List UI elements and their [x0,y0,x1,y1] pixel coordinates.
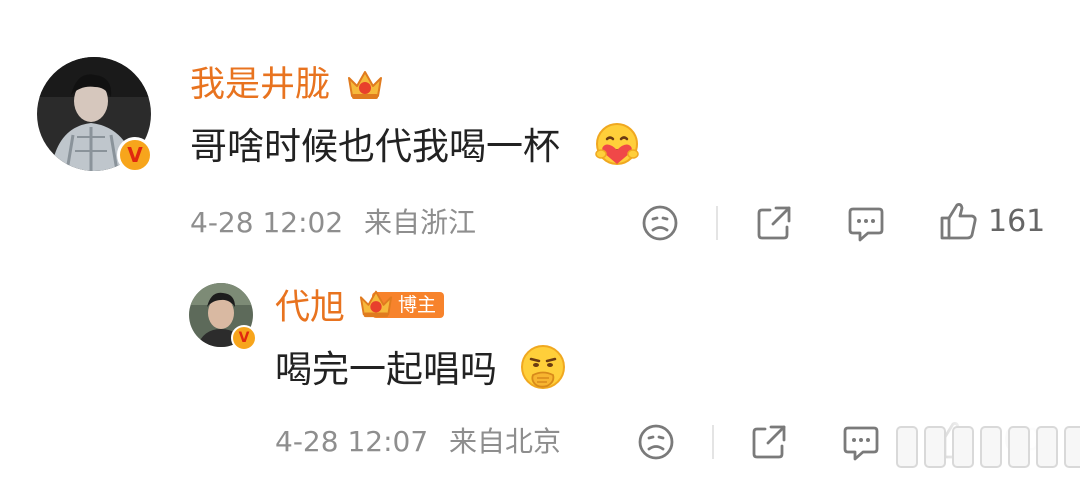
share-icon [757,206,791,240]
reply-icon [843,426,879,461]
sad-face-icon [638,424,674,460]
share-button[interactable] [749,422,789,462]
comment-location: 来自浙江 [364,206,477,239]
reply-button[interactable] [841,422,881,462]
comment-meta: 4-28 12:07 来自北京 [275,423,561,461]
comment-meta: 4-28 12:02 来自浙江 [190,204,476,242]
share-button[interactable] [754,203,794,243]
verified-v-icon: V [231,325,257,351]
react-button[interactable] [640,203,680,243]
comment-item-1: V 我是井胧 哥啥时候也代我喝一杯 4-28 12:02 来自浙江 161 [0,0,1080,250]
hug-emoji [595,123,639,165]
crown-icon [348,71,382,99]
sad-face-icon [642,205,678,241]
reply-button[interactable] [846,203,886,243]
verified-v-icon: V [117,137,153,173]
like-count: 161 [988,203,1046,239]
crown-icon [359,290,393,318]
divider [712,425,714,459]
comment-location: 来自北京 [449,425,562,458]
reply-icon [848,207,884,242]
react-button[interactable] [636,422,676,462]
comment-text: 喝完一起唱吗 [275,348,497,391]
like-button[interactable]: 161 [938,200,1045,242]
username[interactable]: 我是井胧 [190,63,330,107]
comment-time: 4-28 12:02 [190,206,344,239]
share-icon [752,425,786,459]
avatar[interactable]: V [189,283,257,351]
comment-text: 哥啥时候也代我喝一杯 [190,125,560,168]
watermark-logo [896,426,1080,468]
username[interactable]: 代旭 [275,286,345,330]
comment-time: 4-28 12:07 [275,425,429,458]
avatar[interactable]: V [37,57,153,173]
thinking-cover-mouth-emoji [521,345,565,389]
thumbs-up-icon [940,203,977,240]
divider [716,206,718,240]
